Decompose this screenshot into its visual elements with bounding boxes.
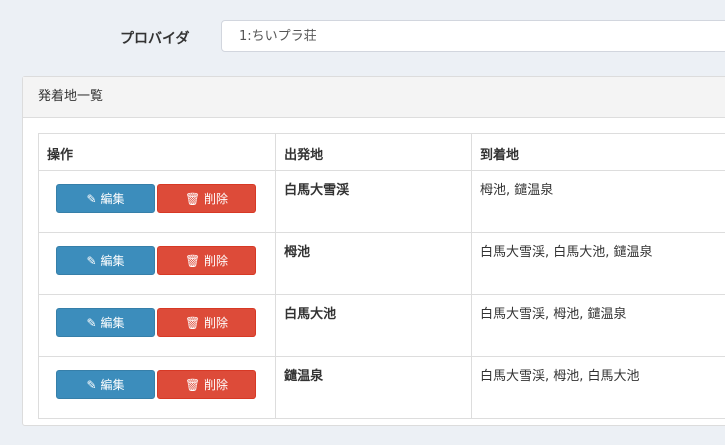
actions-cell: ✎ 編集 🗑 削除 [37, 294, 277, 357]
trash-icon: 🗑 [184, 378, 201, 392]
delete-button[interactable]: 🗑 削除 [157, 246, 256, 275]
edit-button[interactable]: ✎ 編集 [56, 308, 155, 337]
arrival-cell: 栂池, 鑓温泉 [470, 170, 725, 233]
edit-icon: ✎ [86, 378, 97, 392]
panel-title: 発着地一覧 [23, 77, 725, 118]
actions-cell: ✎ 編集 🗑 削除 [37, 232, 277, 295]
actions-cell: ✎ 編集 🗑 削除 [37, 170, 277, 233]
trash-icon: 🗑 [184, 192, 201, 206]
arrival-cell: 白馬大雪渓, 栂池, 鑓温泉 [470, 294, 725, 357]
departure-cell: 栂池 [275, 232, 472, 295]
departure-cell: 鑓温泉 [275, 356, 472, 419]
edit-icon: ✎ [86, 316, 97, 330]
table-row: ✎ 編集 🗑 削除 栂池 白馬大雪渓, 白馬大池, 鑓温泉 [37, 232, 725, 295]
table-row: ✎ 編集 🗑 削除 白馬大雪渓 栂池, 鑓温泉 [37, 170, 725, 233]
departure-arrival-panel: 発着地一覧 操作 出発地 到着地 ✎ 編集 🗑 削除 白馬大雪渓 栂池, 鑓温泉 … [22, 76, 725, 426]
trash-icon: 🗑 [184, 254, 201, 268]
delete-button[interactable]: 🗑 削除 [157, 370, 256, 399]
table-header: 操作 出発地 到着地 [37, 133, 725, 171]
arrival-cell: 白馬大雪渓, 白馬大池, 鑓温泉 [470, 232, 725, 295]
trash-icon: 🗑 [184, 316, 201, 330]
departure-cell: 白馬大池 [275, 294, 472, 357]
actions-cell: ✎ 編集 🗑 削除 [37, 356, 277, 419]
edit-icon: ✎ [86, 192, 97, 206]
departure-arrival-table: 操作 出発地 到着地 ✎ 編集 🗑 削除 白馬大雪渓 栂池, 鑓温泉 ✎ 編集 🗑 … [37, 133, 725, 419]
provider-select[interactable]: 1:ちいプラ荘 [221, 20, 725, 52]
edit-button[interactable]: ✎ 編集 [56, 246, 155, 275]
departure-cell: 白馬大雪渓 [275, 170, 472, 233]
delete-button[interactable]: 🗑 削除 [157, 308, 256, 337]
provider-label: プロバイダ [120, 31, 190, 47]
header-arrival: 到着地 [470, 133, 725, 171]
table-row: ✎ 編集 🗑 削除 白馬大池 白馬大雪渓, 栂池, 鑓温泉 [37, 294, 725, 357]
header-departure: 出発地 [275, 133, 472, 171]
edit-icon: ✎ [86, 254, 97, 268]
header-actions: 操作 [37, 133, 277, 171]
delete-button[interactable]: 🗑 削除 [157, 184, 256, 213]
edit-button[interactable]: ✎ 編集 [56, 184, 155, 213]
edit-button[interactable]: ✎ 編集 [56, 370, 155, 399]
arrival-cell: 白馬大雪渓, 栂池, 白馬大池 [470, 356, 725, 419]
table-row: ✎ 編集 🗑 削除 鑓温泉 白馬大雪渓, 栂池, 白馬大池 [37, 356, 725, 419]
